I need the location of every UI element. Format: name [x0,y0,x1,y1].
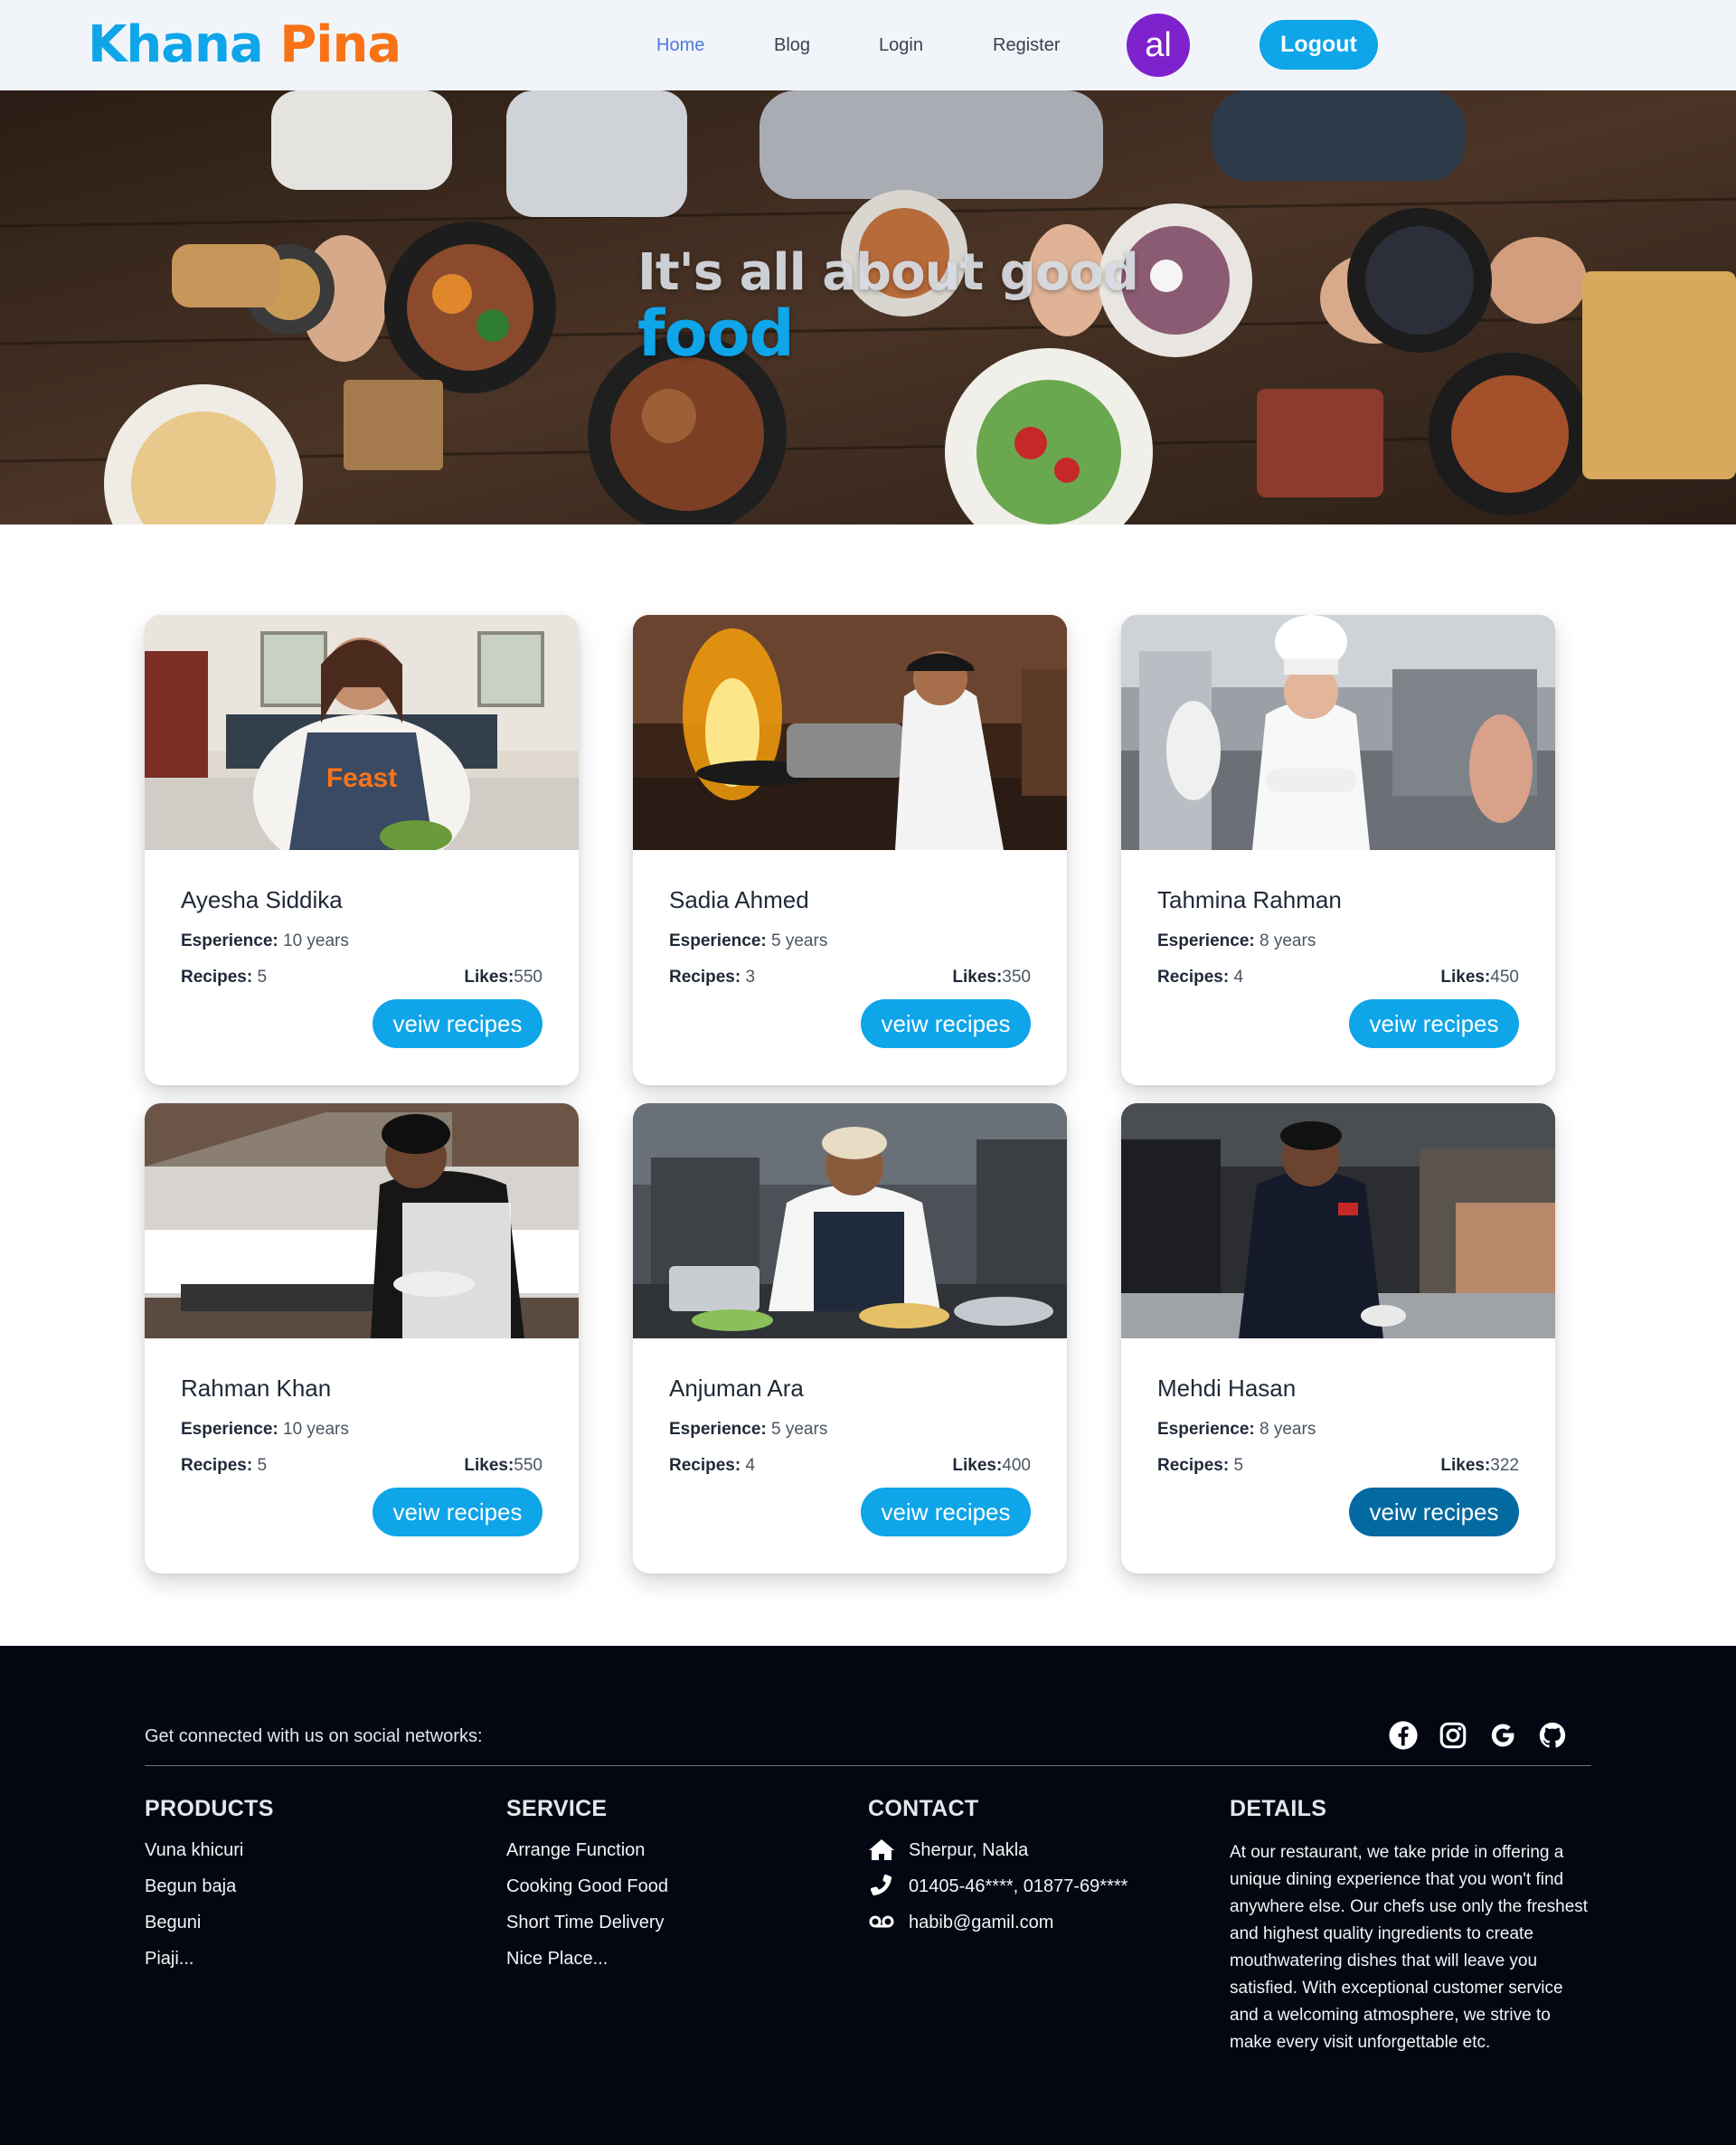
hero-food-table-image [0,90,1736,524]
details-text: At our restaurant, we take pride in offe… [1230,1843,1589,2052]
footer: Get connected with us on social networks… [0,1646,1736,2145]
contact-address: Sherpur, Nakla [909,1840,1029,1860]
chef-card: Rahman Khan Esperience: 10 years Recipes… [145,1103,579,1573]
chef-name: Sadia Ahmed [669,886,809,913]
chef-likes: Likes:450 [1440,968,1519,987]
view-recipes-button[interactable]: veiw recipes [861,1488,1031,1536]
social-networks-text: Get connected with us on social networks… [145,1726,483,1746]
avatar-initials: al [1145,26,1172,64]
service-link[interactable]: Short Time Delivery [506,1912,665,1933]
chef-experience: Esperience: 5 years [669,931,828,950]
service-link[interactable]: Nice Place... [506,1948,608,1970]
chef-likes: Likes:322 [1440,1456,1519,1475]
navbar: Khana Pina Home Blog Login Register al L… [0,0,1736,90]
chef-photo [1121,615,1555,850]
instagram-icon[interactable] [1438,1720,1468,1751]
phone-icon [870,1874,892,1896]
chef-experience: Esperience: 10 years [181,1420,349,1439]
view-recipes-button[interactable]: veiw recipes [373,1488,542,1536]
hero-banner: It's all about good food [0,90,1736,524]
chef-likes: Likes:400 [952,1456,1031,1475]
chef-recipes: Recipes: 4 [1157,968,1244,987]
chef-card: Feast Ayesha Siddika Esperience: 10 year… [145,615,579,1085]
view-recipes-button[interactable]: veiw recipes [861,999,1031,1048]
chef-photo [633,1103,1067,1338]
brand-logo-part2: Pina [279,15,401,74]
view-recipes-button[interactable]: veiw recipes [1349,999,1519,1048]
product-link[interactable]: Vuna khicuri [145,1839,243,1861]
service-link[interactable]: Cooking Good Food [506,1876,668,1897]
product-link[interactable]: Begun baja [145,1876,236,1897]
view-recipes-button[interactable]: veiw recipes [373,999,542,1048]
chef-recipes: Recipes: 5 [1157,1456,1244,1475]
contact-phone: 01405-46****, 01877-69**** [909,1876,1128,1896]
voicemail-icon [869,1915,894,1928]
chef-experience: Esperience: 10 years [181,931,349,950]
products-title: PRODUCTS [145,1796,274,1821]
nav-link-home[interactable]: Home [656,34,704,56]
chef-photo [1121,1103,1555,1338]
footer-divider [145,1765,1591,1766]
contact-email: habib@gamil.com [909,1913,1054,1932]
chef-experience: Esperience: 8 years [1157,1420,1316,1439]
chef-name: Rahman Khan [181,1375,332,1402]
facebook-icon[interactable] [1388,1720,1419,1751]
nav-link-register[interactable]: Register [993,34,1060,56]
nav-link-blog[interactable]: Blog [774,34,810,56]
product-link[interactable]: Piaji... [145,1948,193,1970]
apron-logo-text: Feast [326,763,397,793]
chef-card: Tahmina Rahman Esperience: 8 years Recip… [1121,615,1555,1085]
logout-button[interactable]: Logout [1260,20,1378,70]
details-title: DETAILS [1230,1796,1327,1821]
google-icon[interactable] [1487,1720,1518,1751]
github-icon[interactable] [1537,1720,1568,1751]
chef-photo [633,615,1067,850]
chef-card: Sadia Ahmed Esperience: 5 years Recipes:… [633,615,1067,1085]
chef-likes: Likes:550 [464,1456,542,1475]
chef-experience: Esperience: 8 years [1157,931,1316,950]
chef-name: Tahmina Rahman [1157,886,1342,913]
chef-recipes: Recipes: 3 [669,968,756,987]
brand-logo-part1: Khana [88,15,264,74]
view-recipes-button[interactable]: veiw recipes [1349,1488,1519,1536]
chef-photo: Feast [145,615,579,850]
hero-title-line1: It's all about good [637,243,1139,302]
contact-title: CONTACT [868,1796,979,1821]
chef-card: Mehdi Hasan Esperience: 8 years Recipes:… [1121,1103,1555,1573]
chef-experience: Esperience: 5 years [669,1420,828,1439]
social-icons [1388,1720,1596,1753]
hero-title-line2: food [637,297,795,371]
service-title: SERVICE [506,1796,608,1821]
chef-likes: Likes:350 [952,968,1031,987]
chef-likes: Likes:550 [464,968,542,987]
chef-recipes: Recipes: 4 [669,1456,756,1475]
chef-name: Ayesha Siddika [181,886,343,913]
chef-recipes: Recipes: 5 [181,1456,268,1475]
home-icon [869,1839,894,1860]
chef-name: Mehdi Hasan [1157,1375,1297,1402]
chef-card: Anjuman Ara Esperience: 5 years Recipes:… [633,1103,1067,1573]
product-link[interactable]: Beguni [145,1912,201,1933]
chef-photo [145,1103,579,1338]
chef-recipes: Recipes: 5 [181,968,268,987]
nav-link-login[interactable]: Login [879,34,923,56]
chef-name: Anjuman Ara [669,1375,804,1402]
brand-logo[interactable]: Khana Pina [88,20,401,71]
service-link[interactable]: Arrange Function [506,1839,645,1861]
user-avatar[interactable]: al [1127,14,1190,77]
